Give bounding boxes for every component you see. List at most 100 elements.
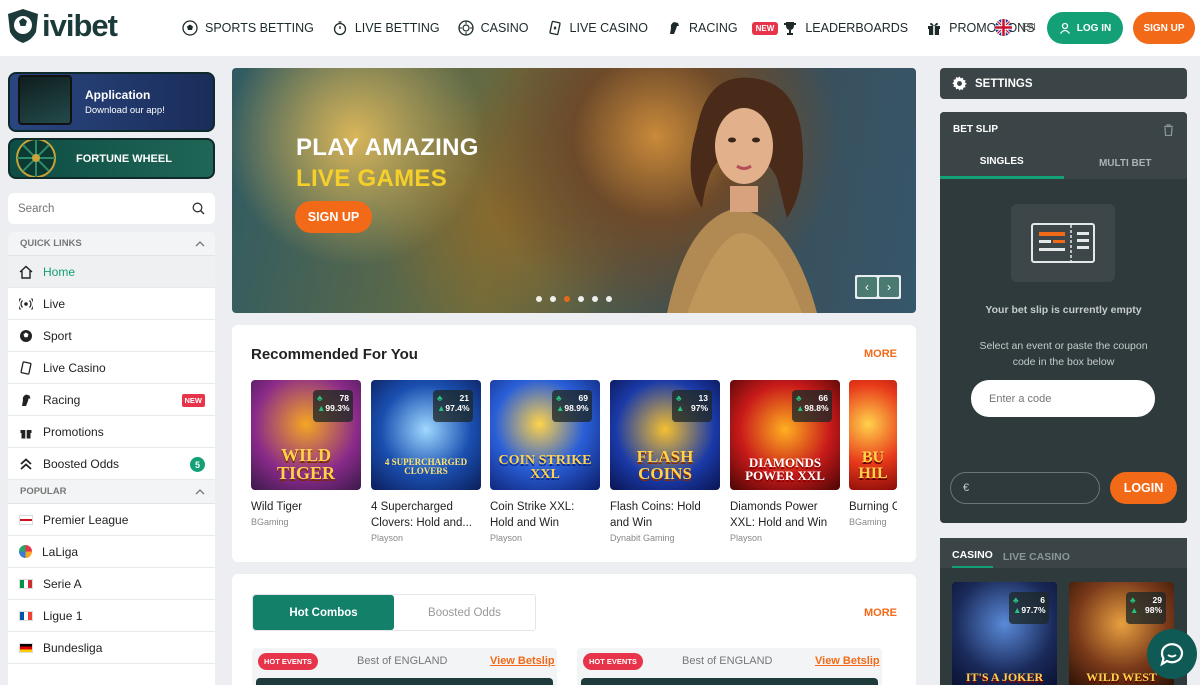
nav-live-casino[interactable]: LIVE CASINO bbox=[547, 20, 649, 36]
carousel-dot-active[interactable] bbox=[564, 296, 570, 302]
nav-live-betting[interactable]: LIVE BETTING bbox=[332, 20, 440, 36]
players-icon: ♣ bbox=[796, 393, 802, 403]
game-thumbnail: ♣ 78 ▲ 99.3% WILD TIGER bbox=[251, 380, 361, 490]
nav-racing[interactable]: RACING bbox=[666, 20, 738, 36]
combo-card[interactable]: HOT EVENTS Best of ENGLAND View Betslip bbox=[577, 648, 882, 685]
gear-icon bbox=[952, 76, 967, 91]
players-count: 78 bbox=[339, 393, 349, 403]
sidebar-item-label: LaLiga bbox=[42, 544, 79, 559]
recommended-more-link[interactable]: MORE bbox=[864, 348, 897, 360]
sidebar-item-promotions[interactable]: Promotions bbox=[8, 416, 215, 448]
trash-icon[interactable] bbox=[1163, 123, 1174, 136]
players-icon: ♣ bbox=[676, 393, 682, 403]
search-icon[interactable] bbox=[192, 202, 205, 215]
game-stats-badge: ♣ 29 ▲ 98% bbox=[1126, 592, 1166, 624]
sidebar-item-live-casino[interactable]: Live Casino bbox=[8, 352, 215, 384]
app-download-card[interactable]: Application Download our app! bbox=[8, 72, 215, 132]
nav-leaderboards[interactable]: LEADERBOARDS bbox=[782, 20, 908, 36]
signup-button[interactable]: SIGN UP bbox=[1133, 12, 1195, 44]
sidebar-item-bundesliga[interactable]: Bundesliga bbox=[8, 632, 215, 664]
carousel-dot[interactable] bbox=[606, 296, 612, 302]
banner-heading-line2: LIVE GAMES bbox=[296, 165, 448, 192]
casino-game-card[interactable]: ♣ 6 ▲ 97.7% IT'S A JOKER bbox=[952, 582, 1057, 685]
shield-logo-icon bbox=[8, 9, 38, 43]
combo-card[interactable]: HOT EVENTS Best of ENGLAND View Betslip bbox=[252, 648, 557, 685]
game-card[interactable]: BU HIL Burning C BGaming bbox=[849, 380, 897, 527]
game-card[interactable]: ♣ 69 ▲ 98.9% COIN STRIKE XXL Coin Strike X… bbox=[490, 380, 600, 543]
game-card[interactable]: ♣ 78 ▲ 99.3% WILD TIGER Wild Tiger BGaming bbox=[251, 380, 361, 527]
nav-label: LIVE CASINO bbox=[569, 21, 649, 35]
game-card[interactable]: ♣ 66 ▲ 98.8% DIAMONDS POWER XXL Diamonds P… bbox=[730, 380, 840, 543]
live-chat-button[interactable] bbox=[1147, 629, 1197, 679]
game-card[interactable]: ♣ 21 ▲ 97.4% 4 SUPERCHARGED CLOVERS 4 Supe… bbox=[371, 380, 481, 543]
game-provider: Playson bbox=[371, 533, 404, 543]
sidebar-item-home[interactable]: Home bbox=[8, 256, 215, 288]
game-name: 4 Supercharged Clovers: Hold and... bbox=[371, 501, 472, 529]
carousel-dot[interactable] bbox=[550, 296, 556, 302]
horse-icon bbox=[670, 22, 680, 34]
main-nav: SPORTS BETTING LIVE BETTING CASINO LIVE … bbox=[182, 18, 1073, 38]
game-stats-badge: ♣ 66 ▲ 98.8% bbox=[792, 390, 832, 422]
tab-singles[interactable]: SINGLES bbox=[940, 147, 1064, 179]
game-name: Wild Tiger bbox=[251, 501, 303, 513]
nav-casino[interactable]: CASINO bbox=[457, 20, 529, 36]
tab-casino[interactable]: CASINO bbox=[952, 549, 993, 568]
roulette-icon bbox=[457, 20, 474, 36]
bet-slip-empty-text: Your bet slip is currently empty bbox=[985, 304, 1142, 316]
nav-label: LEADERBOARDS bbox=[805, 21, 909, 35]
settings-bar[interactable]: SETTINGS bbox=[940, 68, 1187, 99]
sidebar-item-premier-league[interactable]: Premier League bbox=[8, 504, 215, 536]
language-code: EN bbox=[1022, 22, 1036, 33]
game-name: Flash Coins: Hold and Win bbox=[610, 501, 701, 529]
brand-logo[interactable]: ivibet bbox=[6, 8, 118, 44]
rtp-icon: ▲ bbox=[1130, 605, 1139, 615]
combo-card-body bbox=[256, 678, 553, 685]
view-betslip-link[interactable]: View Betslip bbox=[490, 655, 555, 667]
rtp-value: 98.9% bbox=[564, 403, 589, 413]
view-betslip-link[interactable]: View Betslip bbox=[815, 655, 880, 667]
sidebar-item-label: Premier League bbox=[43, 512, 129, 527]
sidebar-item-racing[interactable]: Racing NEW bbox=[8, 384, 215, 416]
game-art-title: 4 SUPERCHARGED CLOVERS bbox=[384, 457, 468, 476]
sidebar-item-live[interactable]: Live bbox=[8, 288, 215, 320]
horse-icon bbox=[22, 394, 31, 406]
language-selector[interactable]: EN bbox=[995, 19, 1036, 36]
combos-more-link[interactable]: MORE bbox=[864, 607, 897, 619]
sidebar-item-boosted-odds[interactable]: Boosted Odds 5 bbox=[8, 448, 215, 480]
coupon-code-input[interactable] bbox=[971, 380, 1155, 417]
bet-slip-login-button[interactable]: LOGIN bbox=[1110, 472, 1177, 504]
uk-flag-icon bbox=[995, 19, 1012, 36]
stake-amount-field[interactable]: € bbox=[950, 472, 1100, 504]
sidebar-item-sport[interactable]: Sport bbox=[8, 320, 215, 352]
popular-header[interactable]: POPULAR bbox=[8, 480, 215, 504]
tab-live-casino[interactable]: LIVE CASINO bbox=[1003, 551, 1070, 568]
tab-multi-bet[interactable]: MULTI BET bbox=[1064, 147, 1188, 179]
chevron-left-icon[interactable]: ‹ bbox=[857, 277, 877, 297]
england-flag-icon bbox=[19, 514, 33, 525]
wheel-icon bbox=[16, 140, 56, 177]
game-art-title: WILD TIGER bbox=[276, 445, 336, 483]
game-card[interactable]: ♣ 13 ▲ 97% FLASH COINS Flash Coins: Hold a… bbox=[610, 380, 720, 543]
hero-banner[interactable]: PLAY AMAZING LIVE GAMES SIGN UP ‹ › bbox=[232, 68, 916, 313]
ticket-icon bbox=[1031, 223, 1095, 263]
carousel-dot[interactable] bbox=[592, 296, 598, 302]
rtp-icon: ▲ bbox=[437, 403, 446, 413]
tab-boosted-odds[interactable]: Boosted Odds bbox=[394, 595, 535, 630]
chevron-right-icon[interactable]: › bbox=[879, 277, 899, 297]
carousel-dot[interactable] bbox=[536, 296, 542, 302]
search-input[interactable] bbox=[18, 202, 178, 215]
login-button[interactable]: LOG IN bbox=[1047, 12, 1123, 44]
brand-name: ivibet bbox=[42, 8, 118, 43]
sidebar-item-serie-a[interactable]: Serie A bbox=[8, 568, 215, 600]
bet-slip-help-text: Select an event or paste the coupon code… bbox=[979, 340, 1148, 368]
chevron-up-icon bbox=[195, 488, 205, 494]
nav-sports-betting[interactable]: SPORTS BETTING bbox=[182, 20, 314, 36]
fortune-wheel-card[interactable]: FORTUNE WHEEL bbox=[8, 138, 215, 179]
banner-signup-button[interactable]: SIGN UP bbox=[295, 201, 372, 233]
tab-hot-combos[interactable]: Hot Combos bbox=[253, 595, 394, 630]
carousel-dot[interactable] bbox=[578, 296, 584, 302]
sidebar-item-ligue-1[interactable]: Ligue 1 bbox=[8, 600, 215, 632]
phone-image bbox=[18, 75, 72, 125]
quick-links-header[interactable]: QUICK LINKS bbox=[8, 232, 215, 256]
sidebar-item-laliga[interactable]: LaLiga bbox=[8, 536, 215, 568]
